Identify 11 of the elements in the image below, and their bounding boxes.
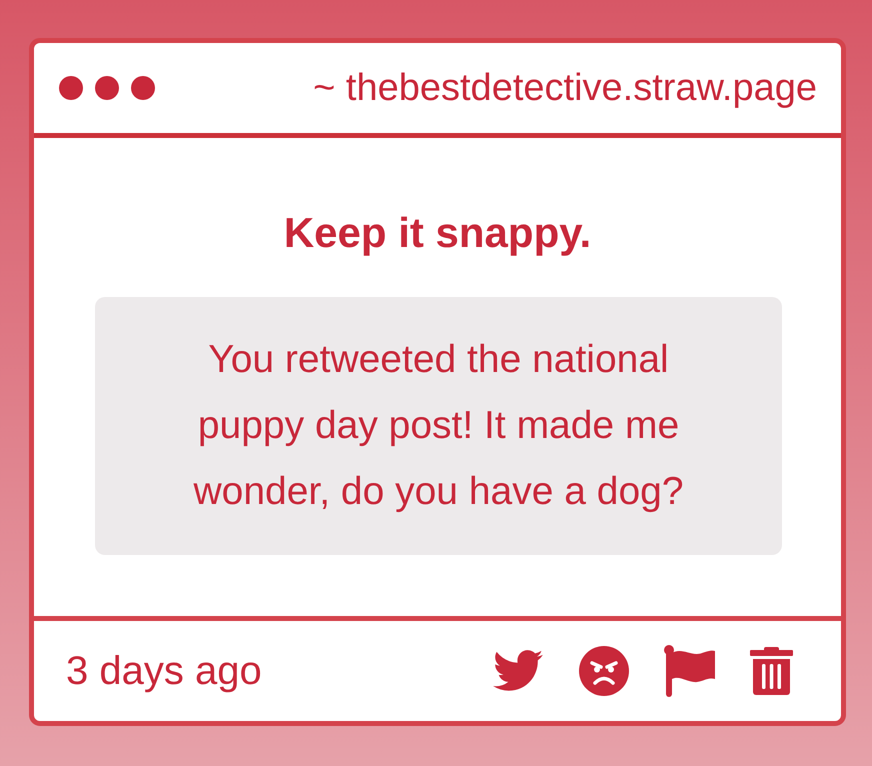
trash-icon[interactable] (750, 647, 793, 695)
page-address: ~ thebestdetective.straw.page (313, 69, 817, 107)
bird-icon[interactable] (493, 650, 544, 692)
window-dot-icon (131, 76, 155, 100)
timestamp: 3 days ago (66, 651, 262, 691)
window-dot-icon (59, 76, 83, 100)
message-text: You retweeted the national puppy day post! It made me wonder, do you have a dog? (192, 337, 685, 515)
flag-icon[interactable] (664, 645, 715, 697)
prompt-title: Keep it snappy. (282, 212, 592, 254)
window-dot-icon (95, 76, 119, 100)
angry-face-icon[interactable] (579, 646, 629, 696)
